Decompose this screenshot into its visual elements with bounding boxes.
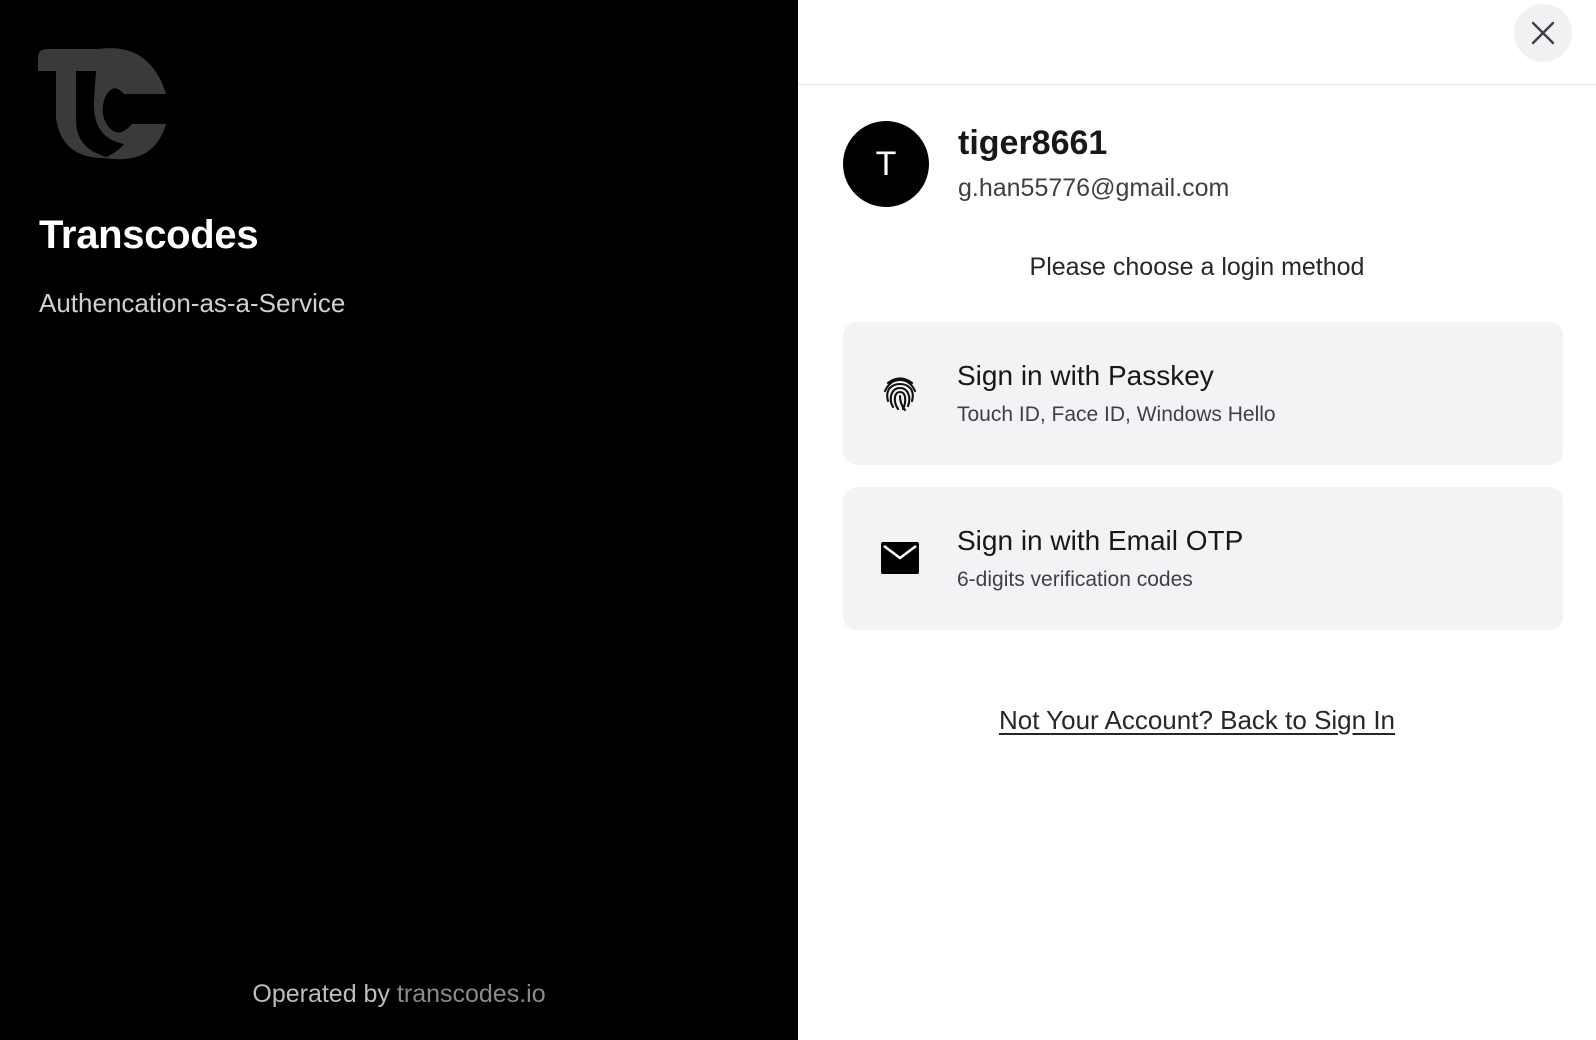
- login-prompt: Please choose a login method: [1029, 253, 1365, 281]
- back-to-sign-in-link[interactable]: Not Your Account? Back to Sign In: [999, 705, 1395, 735]
- passkey-title: Sign in with Passkey: [957, 360, 1214, 391]
- login-header: [798, 0, 1596, 85]
- close-button[interactable]: [1514, 4, 1572, 62]
- transcodes-logo-icon: [38, 48, 166, 160]
- email-otp-description: 6-digits verification codes: [957, 568, 1193, 591]
- close-icon: [1531, 21, 1555, 45]
- fingerprint-icon: [879, 372, 921, 414]
- email-otp-login-button[interactable]: Sign in with Email OTP 6-digits verifica…: [843, 487, 1563, 630]
- login-page: Transcodes Authencation-as-a-Service Ope…: [0, 0, 1596, 1040]
- brand-panel: Transcodes Authencation-as-a-Service Ope…: [0, 0, 798, 1040]
- mail-icon: [879, 537, 921, 579]
- username: tiger8661: [958, 124, 1108, 162]
- avatar: T: [843, 121, 929, 207]
- login-panel: T tiger8661 g.han55776@gmail.com Please …: [798, 0, 1596, 1040]
- transcodes-link[interactable]: transcodes.io: [397, 980, 546, 1008]
- back-to-sign-in-container: Not Your Account? Back to Sign In: [798, 705, 1596, 736]
- email-otp-title: Sign in with Email OTP: [957, 525, 1244, 556]
- brand-title: Transcodes: [39, 213, 259, 257]
- transcodes-logo: [38, 48, 170, 162]
- brand-subtitle: Authencation-as-a-Service: [39, 288, 346, 318]
- brand-footer: Operated by transcodes.io: [0, 980, 798, 1009]
- passkey-login-button[interactable]: Sign in with Passkey Touch ID, Face ID, …: [843, 322, 1563, 465]
- user-email: g.han55776@gmail.com: [958, 174, 1230, 202]
- passkey-description: Touch ID, Face ID, Windows Hello: [957, 403, 1276, 426]
- footer-prefix: Operated by: [252, 980, 390, 1008]
